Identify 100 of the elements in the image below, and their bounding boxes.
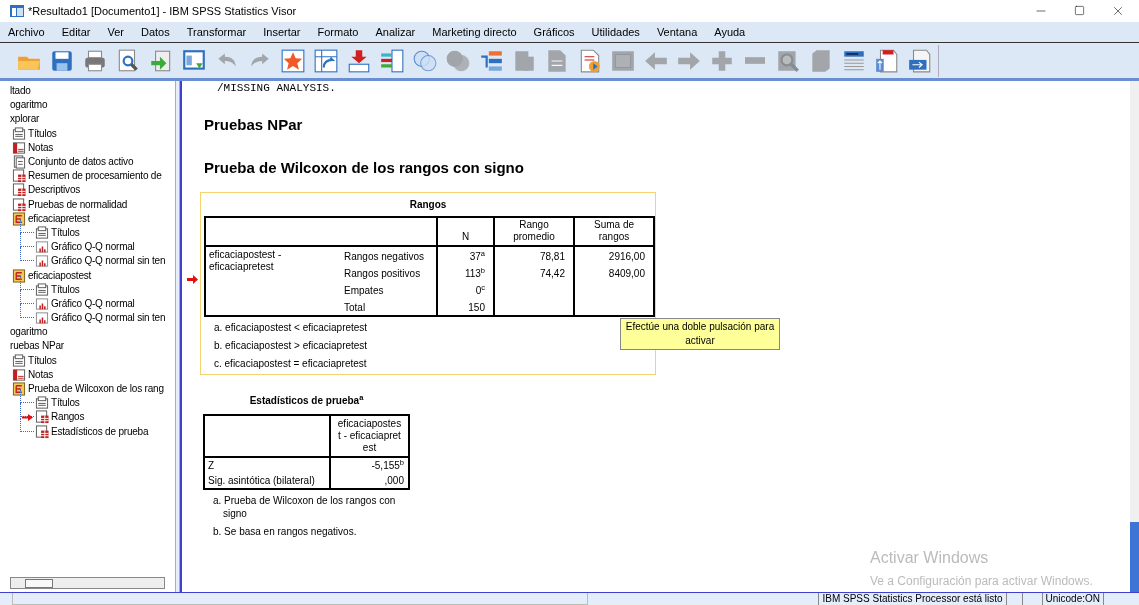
menu-item[interactable]: Formato <box>317 23 359 41</box>
table-cell: 8409,00 <box>608 268 645 279</box>
outline-item[interactable]: ogaritmo <box>10 98 48 113</box>
outline-item[interactable]: xplorar <box>10 112 40 127</box>
table-footnote: a. eficaciapostest < eficaciapretest <box>214 321 368 334</box>
outline-item[interactable]: Conjunto de datos activo <box>28 155 134 170</box>
outline-item[interactable]: Gráfico Q-Q normal <box>51 296 135 311</box>
table-cell: Empates <box>344 285 384 296</box>
variables-icon <box>379 47 405 74</box>
menu-item[interactable]: Marketing directo <box>432 23 517 41</box>
column-header: Suma de rangos <box>593 219 635 243</box>
outline-item[interactable]: Rangos <box>51 410 85 425</box>
outline-item[interactable]: Títulos <box>28 353 57 368</box>
minus-icon <box>745 57 765 64</box>
table-cell: Total <box>344 302 366 313</box>
heading-page-icon <box>12 126 26 141</box>
menu-item[interactable]: Datos <box>140 23 170 41</box>
chart-page-icon <box>35 296 49 311</box>
outline-item[interactable]: Prueba de Wilcoxon de los rang <box>28 382 164 397</box>
table-footnote: b. eficaciapostest > eficaciapretest <box>214 339 368 352</box>
table-page-icon <box>12 169 26 184</box>
status-message: IBM SPSS Statistics Processor está listo <box>818 593 1006 605</box>
procedure-book-icon <box>12 268 26 283</box>
chart-page-icon <box>35 311 49 326</box>
outline-item[interactable]: Notas <box>28 367 54 382</box>
restore-icon[interactable] <box>1074 5 1085 16</box>
heading-page-icon <box>12 353 26 368</box>
heading-page-icon <box>35 396 49 411</box>
notes-page-icon <box>12 367 26 382</box>
outline-item[interactable]: Pruebas de normalidad <box>28 197 128 212</box>
goto-icon <box>313 47 339 74</box>
outline-item[interactable]: Títulos <box>28 126 57 141</box>
menu-item[interactable]: Ver <box>107 23 124 41</box>
vertical-scrollbar[interactable] <box>1130 81 1139 592</box>
table-title: Estadísticos de prueba$^{a}$ <box>248 393 365 408</box>
column-header: eficaciapostest - eficaciapretest <box>336 418 403 454</box>
close-icon[interactable] <box>1111 4 1125 18</box>
menu-item[interactable]: Archivo <box>8 23 45 41</box>
window-title: *Resultado1 [Documento1] - IBM SPSS Statistics Visor <box>28 3 297 19</box>
table-footnote: a. Prueba de Wilcoxon de los rangos con signo <box>213 494 397 520</box>
outline-item[interactable]: Notas <box>28 140 54 155</box>
table-cell: 2916,00 <box>608 251 645 262</box>
app-icon <box>10 5 24 17</box>
selection-arrow-icon <box>187 275 198 284</box>
menu-item[interactable]: Editar <box>61 23 91 41</box>
table-cell: Z <box>208 460 215 471</box>
horizontal-scrollbar[interactable] <box>10 577 165 589</box>
outline-item[interactable]: eficaciapretest <box>28 211 90 226</box>
row-group-label: eficaciapostest - eficaciapretest <box>209 249 283 273</box>
heading-page-icon <box>35 225 49 240</box>
table-page-icon <box>35 410 49 425</box>
outline-item[interactable]: Gráfico Q-Q normal sin ten <box>51 254 166 269</box>
menu-item[interactable]: Gráficos <box>533 23 575 41</box>
section-heading: Pruebas NPar <box>204 115 304 135</box>
outline-item[interactable]: Gráfico Q-Q normal <box>51 240 135 255</box>
outline-item[interactable]: Títulos <box>51 396 80 411</box>
outline-item[interactable]: ruebas NPar <box>10 339 64 354</box>
outline-item[interactable]: ltado <box>10 84 31 99</box>
table-cell: 74,42 <box>539 268 565 279</box>
menu-item[interactable]: Ayuda <box>714 23 746 41</box>
table-cell: Rangos positivos <box>344 268 421 279</box>
section-heading: Prueba de Wilcoxon de los rangos con signo <box>204 157 525 178</box>
heading-page-icon <box>35 282 49 297</box>
newdoc-icon <box>874 47 900 74</box>
menu-item[interactable]: Insertar <box>263 23 301 41</box>
dataset-page-icon <box>12 155 26 170</box>
procedure-book-icon <box>12 211 26 226</box>
table-page-icon <box>12 183 26 198</box>
outline-item[interactable]: Resumen de procesamiento de <box>28 169 162 184</box>
menu-item[interactable]: Ventana <box>656 23 698 41</box>
outline-item[interactable]: Descriptivos <box>28 183 81 198</box>
table-title: Rangos <box>408 198 448 212</box>
outline-item[interactable]: Títulos <box>51 282 80 297</box>
outline-item[interactable]: ogaritmo <box>10 325 48 340</box>
table-footnote: b. Se basa en rangos negativos. <box>213 525 358 538</box>
chart-page-icon <box>35 240 49 255</box>
menu-item[interactable]: Analizar <box>375 23 416 41</box>
outline-item[interactable]: eficaciapostest <box>28 268 92 283</box>
table-cell: 150 <box>468 302 485 313</box>
activation-notice-title: Activar Windows <box>870 548 990 568</box>
column-header: Rango promedio <box>512 219 556 243</box>
notes-page-icon <box>12 140 26 155</box>
table-cell: Rangos negativos <box>344 251 425 262</box>
table-cell: Sig. asintótica (bilateral) <box>208 475 315 486</box>
outline-item[interactable]: Títulos <box>51 225 80 240</box>
column-header: N <box>461 231 470 242</box>
tooltip: Efectúe una doble pulsación para activar <box>620 318 780 350</box>
menu-item[interactable]: Utilidades <box>591 23 640 41</box>
chart-page-icon <box>35 254 49 269</box>
table-footnote: c. eficaciapostest = eficaciapretest <box>214 357 367 370</box>
activation-notice-text: Ve a Configuración para activar Windows. <box>870 573 1093 590</box>
outline-item[interactable]: Estadísticos de prueba <box>51 424 149 439</box>
outline-item[interactable]: Gráfico Q-Q normal sin ten <box>51 311 166 326</box>
table-cell: 37$^{a}$ <box>469 251 485 262</box>
table-page-icon <box>12 197 26 212</box>
table-cell: -5,155$^{b}$ <box>371 460 404 471</box>
procedure-book-icon <box>12 382 26 397</box>
menu-item[interactable]: Transformar <box>186 23 247 41</box>
table-cell: 0$^{c}$ <box>475 285 485 296</box>
transfer-icon <box>907 47 933 74</box>
